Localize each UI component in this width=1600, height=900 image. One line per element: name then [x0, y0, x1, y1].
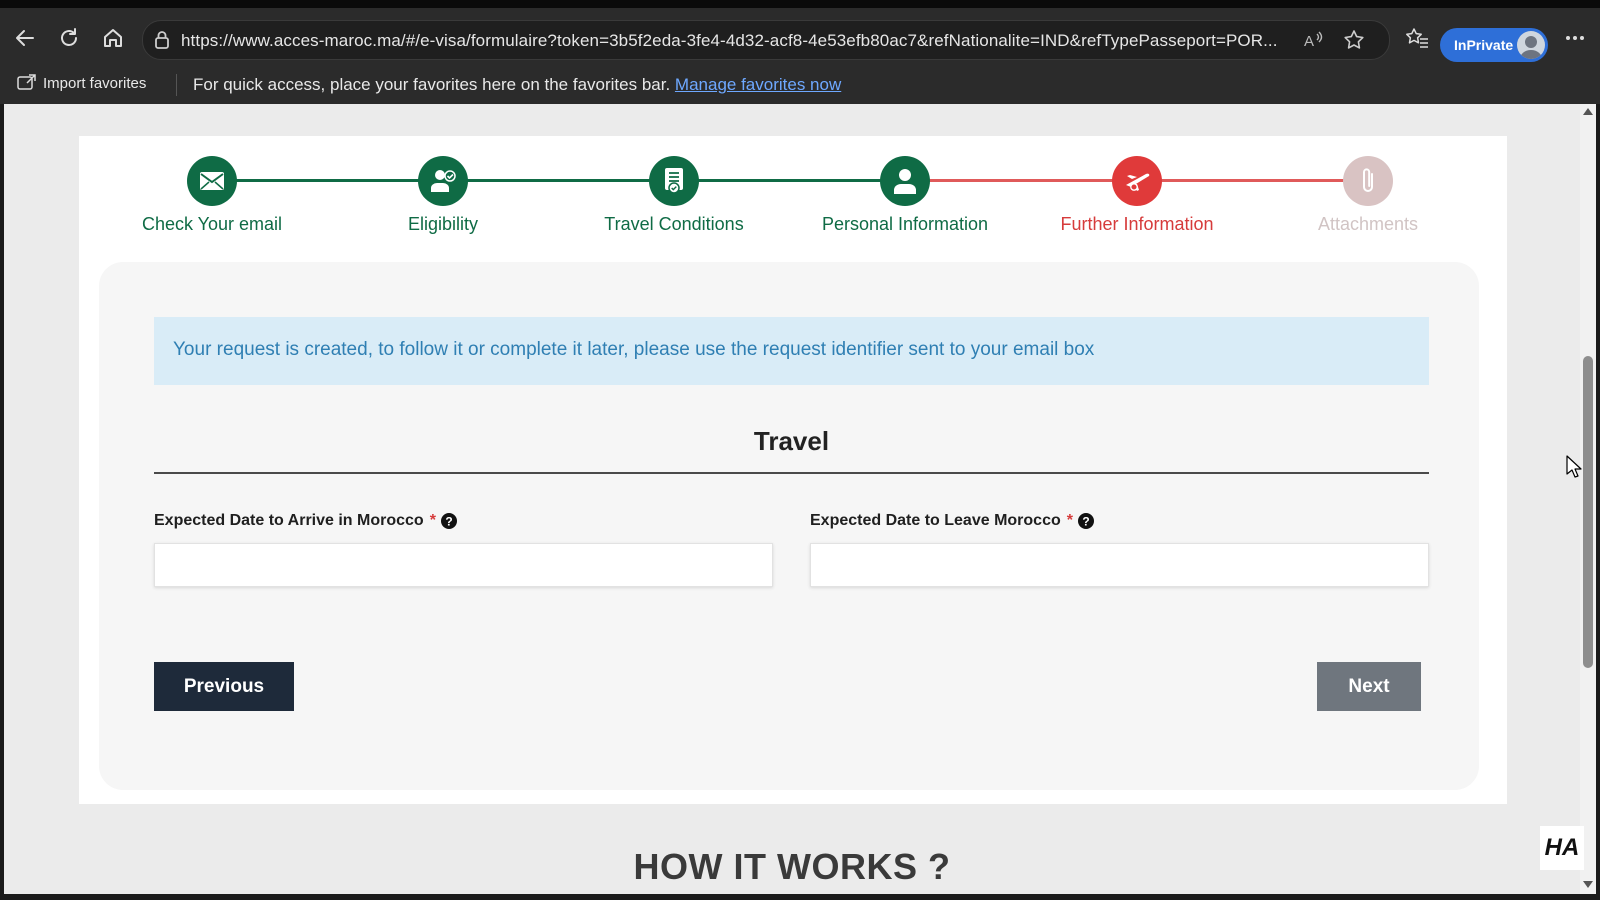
- step-circle: [418, 156, 468, 206]
- how-it-works-heading: HOW IT WORKS ?: [633, 846, 951, 887]
- scrollbar-thumb[interactable]: [1583, 356, 1593, 668]
- import-favorites-button[interactable]: Import favorites: [17, 74, 146, 92]
- scroll-up-arrow-icon[interactable]: [1583, 108, 1593, 115]
- refresh-icon: [61, 28, 77, 46]
- step-further-information[interactable]: Further Information: [1007, 156, 1267, 235]
- svg-text:?: ?: [1082, 515, 1089, 529]
- lock-icon: [155, 31, 169, 49]
- watermark-logo: HA: [1540, 826, 1584, 870]
- step-label: Travel Conditions: [604, 214, 744, 234]
- home-icon: [104, 29, 122, 47]
- import-icon: [17, 74, 36, 90]
- section-divider: [154, 472, 1429, 474]
- browser-toolbar: https://www.acces-maroc.ma/#/e-visa/form…: [0, 8, 1600, 66]
- favbar-divider: [176, 74, 177, 96]
- next-button[interactable]: Next: [1317, 662, 1421, 711]
- ellipsis-icon: [1566, 36, 1584, 40]
- scroll-down-arrow-icon[interactable]: [1583, 881, 1593, 888]
- person-check-icon: [431, 170, 456, 192]
- favorites-bar: Import favorites For quick access, place…: [0, 66, 1600, 104]
- step-circle: [1343, 156, 1393, 206]
- inprivate-badge[interactable]: InPrivate: [1440, 28, 1548, 62]
- leave-date-input[interactable]: [810, 543, 1429, 587]
- favorite-star-icon[interactable]: [1343, 29, 1365, 51]
- step-attachments[interactable]: Attachments: [1238, 156, 1498, 235]
- svg-text:A: A: [1304, 33, 1314, 50]
- favorites-hint-text: For quick access, place your favorites h…: [193, 75, 671, 94]
- page-viewport: Check Your email Eligibility Travel Cond…: [4, 104, 1580, 894]
- step-label: Attachments: [1317, 214, 1419, 234]
- required-asterisk: *: [1066, 512, 1073, 529]
- leave-date-label-text: Expected Date to Leave Morocco: [810, 512, 1061, 529]
- window-top-strip: [0, 0, 1600, 8]
- visa-form-card: Check Your email Eligibility Travel Cond…: [79, 136, 1507, 804]
- plane-icon: [1126, 173, 1150, 191]
- profile-avatar: [1517, 31, 1545, 59]
- step-circle: [649, 156, 699, 206]
- step-circle: [187, 156, 237, 206]
- step-travel-conditions[interactable]: Travel Conditions: [544, 156, 804, 235]
- step-label: Check Your email: [141, 214, 283, 234]
- inprivate-label: InPrivate: [1454, 37, 1514, 53]
- favorites-message: For quick access, place your favorites h…: [193, 75, 841, 95]
- refresh-button[interactable]: [56, 25, 82, 51]
- document-badge-icon: [665, 168, 683, 194]
- step-eligibility[interactable]: Eligibility: [313, 156, 573, 235]
- favorites-button[interactable]: [1404, 25, 1430, 51]
- favorites-list-icon: [1406, 28, 1428, 48]
- help-icon[interactable]: ?: [1077, 512, 1095, 530]
- step-circle: [880, 156, 930, 206]
- step-check-email[interactable]: Check Your email: [82, 156, 342, 235]
- required-asterisk: *: [429, 512, 436, 529]
- section-title: Travel: [753, 426, 830, 456]
- page-scrollbar[interactable]: [1580, 104, 1596, 894]
- previous-button[interactable]: Previous: [154, 662, 294, 711]
- step-label: Eligibility: [407, 214, 479, 234]
- arrive-date-input[interactable]: [154, 543, 773, 587]
- address-bar[interactable]: https://www.acces-maroc.ma/#/e-visa/form…: [142, 20, 1390, 60]
- import-favorites-label: Import favorites: [43, 74, 147, 92]
- user-avatar-icon: [1520, 36, 1542, 59]
- arrive-date-label: Expected Date to Arrive in Morocco * ?: [154, 512, 458, 530]
- person-icon: [894, 169, 916, 194]
- paperclip-icon: [1363, 168, 1373, 192]
- mouse-cursor-icon: [1566, 455, 1582, 478]
- step-circle: [1112, 156, 1162, 206]
- envelope-icon: [200, 172, 224, 190]
- url-text[interactable]: https://www.acces-maroc.ma/#/e-visa/form…: [181, 31, 1291, 51]
- step-personal-information[interactable]: Personal Information: [775, 156, 1035, 235]
- read-aloud-icon[interactable]: A: [1303, 29, 1325, 51]
- request-created-alert: Your request is created, to follow it or…: [154, 317, 1429, 385]
- help-icon[interactable]: ?: [440, 512, 458, 530]
- leave-date-label: Expected Date to Leave Morocco * ?: [810, 512, 1095, 530]
- more-menu-button[interactable]: [1562, 25, 1588, 51]
- back-arrow-icon: [16, 30, 34, 46]
- step-label: Personal Information: [821, 214, 989, 234]
- svg-text:?: ?: [445, 515, 452, 529]
- travel-form-panel: Your request is created, to follow it or…: [99, 262, 1479, 790]
- manage-favorites-link[interactable]: Manage favorites now: [675, 75, 841, 94]
- home-button[interactable]: [100, 25, 126, 51]
- back-button[interactable]: [12, 25, 38, 51]
- step-label: Further Information: [1060, 214, 1214, 234]
- arrive-date-label-text: Expected Date to Arrive in Morocco: [154, 512, 424, 529]
